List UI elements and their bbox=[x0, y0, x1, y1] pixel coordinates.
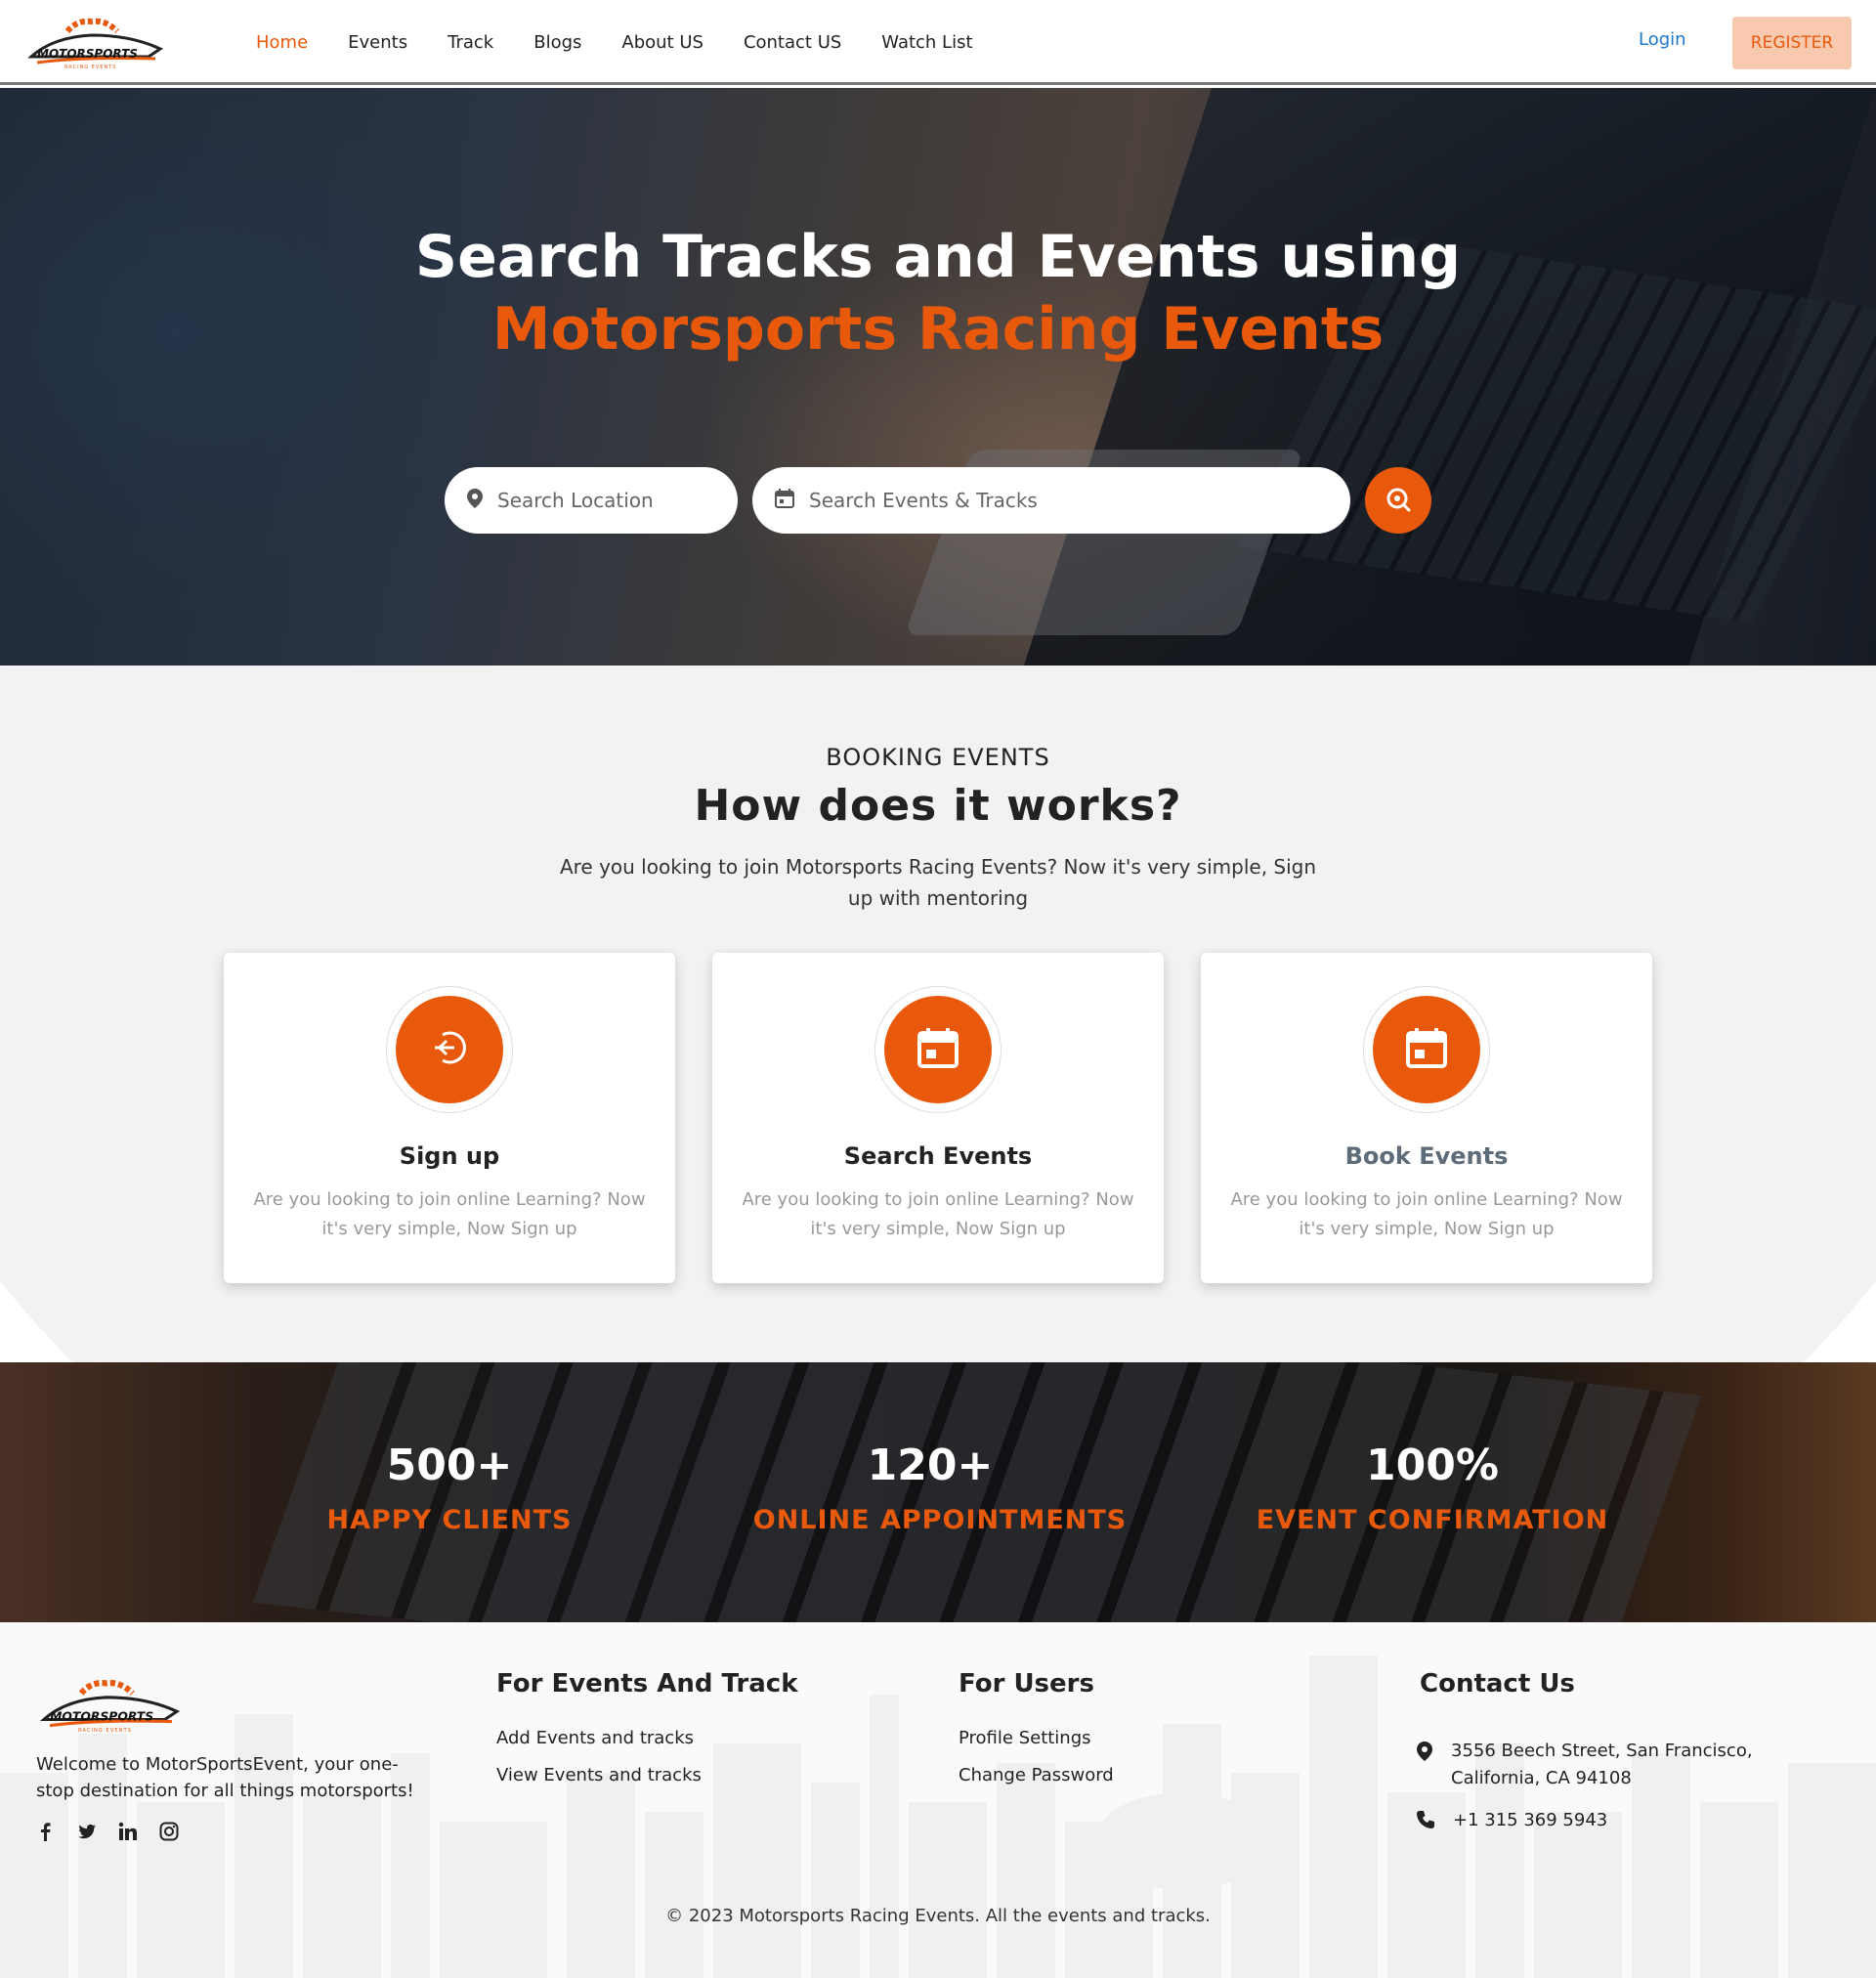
twitter-icon[interactable] bbox=[77, 1822, 96, 1841]
icon-circle bbox=[884, 996, 992, 1103]
footer-link-change-password[interactable]: Change Password bbox=[959, 1765, 1114, 1785]
hero-title: Search Tracks and Events using bbox=[414, 223, 1462, 291]
section-description: Are you looking to join Motorsports Raci… bbox=[559, 855, 1317, 910]
svg-text:RACING EVENTS: RACING EVENTS bbox=[64, 64, 116, 70]
card-title: Sign up bbox=[399, 1142, 500, 1170]
facebook-icon[interactable] bbox=[36, 1822, 54, 1841]
site-header: MOTORSPORTS RACING EVENTS Home Events Tr… bbox=[0, 0, 1876, 85]
section-eyebrow: BOOKING EVENTS bbox=[826, 744, 1050, 771]
calendar-icon bbox=[1404, 1025, 1449, 1074]
social-links bbox=[36, 1822, 179, 1841]
card-text: Are you looking to join online Learning?… bbox=[742, 1189, 1134, 1239]
icon-circle bbox=[396, 996, 503, 1103]
stats-section: 500+ HAPPY CLIENTS 120+ ONLINE APPOINTME… bbox=[0, 1362, 1876, 1622]
card-title: Search Events bbox=[843, 1142, 1033, 1170]
footer-link-add-events[interactable]: Add Events and tracks bbox=[496, 1728, 798, 1748]
location-pin-icon bbox=[1416, 1741, 1433, 1771]
footer-link-profile-settings[interactable]: Profile Settings bbox=[959, 1728, 1114, 1748]
nav-about[interactable]: About US bbox=[621, 32, 704, 53]
search-icon bbox=[1385, 486, 1412, 516]
card-text: Are you looking to join online Learning?… bbox=[1230, 1189, 1623, 1239]
card-title: Book Events bbox=[1344, 1142, 1509, 1170]
footer-users-column: For Users Profile Settings Change Passwo… bbox=[959, 1669, 1114, 1802]
instagram-icon[interactable] bbox=[159, 1822, 179, 1841]
contact-address-text: 3556 Beech Street, San Francisco, Califo… bbox=[1451, 1741, 1753, 1788]
location-search-box bbox=[445, 467, 738, 534]
logo-graphic: MOTORSPORTS RACING EVENTS bbox=[39, 1679, 181, 1734]
contact-address: 3556 Beech Street, San Francisco, Califo… bbox=[1416, 1738, 1826, 1792]
footer-about-text: Welcome to MotorSportsEvent, your one-st… bbox=[36, 1754, 414, 1801]
site-footer: MOTORSPORTS RACING EVENTS Welcome to Mot… bbox=[0, 1622, 1876, 1978]
login-link[interactable]: Login bbox=[1639, 29, 1686, 50]
contact-phone-text[interactable]: +1 315 369 5943 bbox=[1453, 1807, 1607, 1834]
stat-value: 500+ bbox=[386, 1440, 513, 1490]
footer-contact-column: Contact Us bbox=[1420, 1669, 1575, 1728]
hero-background-laptop bbox=[1023, 88, 1876, 666]
step-card-book-events[interactable]: Book Events Are you looking to join onli… bbox=[1201, 953, 1652, 1283]
footer-column-title: For Users bbox=[959, 1669, 1094, 1698]
search-button[interactable] bbox=[1365, 467, 1431, 534]
stat-label: ONLINE APPOINTMENTS bbox=[752, 1505, 1128, 1535]
copyright-text: © 2023 Motorsports Racing Events. All th… bbox=[665, 1906, 1211, 1926]
footer-logo[interactable]: MOTORSPORTS RACING EVENTS bbox=[33, 1671, 190, 1736]
sign-in-icon bbox=[427, 1025, 472, 1074]
footer-column-title: For Events And Track bbox=[496, 1669, 798, 1698]
location-search-input[interactable] bbox=[497, 489, 715, 512]
how-it-works-section: BOOKING EVENTS How does it works? Are yo… bbox=[0, 666, 1876, 1362]
register-button[interactable]: REGISTER bbox=[1732, 17, 1852, 69]
stat-value: 120+ bbox=[867, 1440, 994, 1490]
footer-link-view-events[interactable]: View Events and tracks bbox=[496, 1765, 798, 1785]
step-card-search-events[interactable]: Search Events Are you looking to join on… bbox=[712, 953, 1164, 1283]
location-pin-icon bbox=[466, 488, 484, 513]
stat-label: EVENT CONFIRMATION bbox=[1256, 1505, 1609, 1535]
calendar-icon bbox=[774, 488, 795, 513]
svg-text:MOTORSPORTS: MOTORSPORTS bbox=[37, 47, 138, 61]
stats-background-keyboard bbox=[252, 1362, 1702, 1622]
nav-watch-list[interactable]: Watch List bbox=[881, 32, 972, 53]
linkedin-icon[interactable] bbox=[118, 1822, 137, 1841]
card-text: Are you looking to join online Learning?… bbox=[253, 1189, 646, 1239]
section-title: How does it works? bbox=[694, 781, 1182, 831]
footer-events-column: For Events And Track Add Events and trac… bbox=[496, 1669, 798, 1802]
contact-phone: +1 315 369 5943 bbox=[1416, 1807, 1607, 1838]
logo-graphic: MOTORSPORTS RACING EVENTS bbox=[27, 18, 164, 70]
hero-section: Search Tracks and Events using Motorspor… bbox=[0, 88, 1876, 666]
svg-text:RACING EVENTS: RACING EVENTS bbox=[78, 1728, 132, 1734]
icon-circle bbox=[1373, 996, 1480, 1103]
nav-home[interactable]: Home bbox=[256, 32, 308, 53]
brand-logo[interactable]: MOTORSPORTS RACING EVENTS bbox=[23, 10, 170, 72]
nav-contact[interactable]: Contact US bbox=[744, 32, 841, 53]
step-card-sign-up[interactable]: Sign up Are you looking to join online L… bbox=[224, 953, 675, 1283]
stat-label: HAPPY CLIENTS bbox=[326, 1505, 573, 1535]
events-search-input[interactable] bbox=[809, 489, 1270, 512]
events-search-box bbox=[752, 467, 1350, 534]
nav-events[interactable]: Events bbox=[348, 32, 407, 53]
nav-track[interactable]: Track bbox=[448, 32, 493, 53]
svg-text:MOTORSPORTS: MOTORSPORTS bbox=[50, 1710, 153, 1724]
stat-value: 100% bbox=[1366, 1440, 1499, 1490]
footer-column-title: Contact Us bbox=[1420, 1669, 1575, 1698]
nav-blogs[interactable]: Blogs bbox=[533, 32, 581, 53]
phone-icon bbox=[1416, 1810, 1435, 1838]
hero-title-highlight: Motorsports Racing Events bbox=[491, 295, 1385, 364]
main-nav: Home Events Track Blogs About US Contact… bbox=[256, 0, 1013, 85]
calendar-icon bbox=[916, 1025, 960, 1074]
